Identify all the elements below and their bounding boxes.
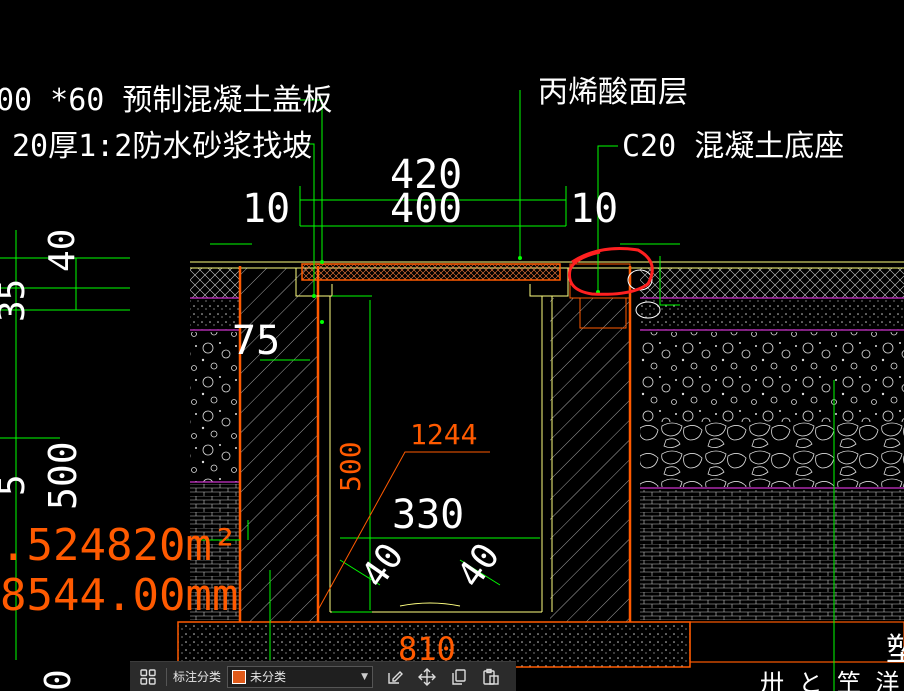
label-area: .524820m² bbox=[0, 520, 238, 571]
cad-drawing-canvas[interactable]: 00 *60 预制混凝土盖板 20厚1:2防水砂浆找坡 丙烯酸面层 C20 混凝… bbox=[0, 0, 904, 691]
copy-icon[interactable] bbox=[447, 665, 471, 689]
toolbar-divider bbox=[166, 667, 167, 686]
dim-40: 40 bbox=[42, 229, 83, 272]
category-value: 未分类 bbox=[250, 670, 287, 684]
bottom-left-0: 0 bbox=[38, 669, 79, 691]
dim-400: 400 bbox=[390, 186, 462, 232]
label-cover-slab: 00 *60 预制混凝土盖板 bbox=[0, 83, 332, 118]
dim-330: 330 bbox=[392, 492, 464, 538]
label-base: C20 混凝土底座 bbox=[622, 129, 844, 164]
dim-75: 75 bbox=[232, 318, 280, 364]
dim-40-a: 40 bbox=[354, 536, 412, 595]
annotation-category-select[interactable]: 未分类 ▼ bbox=[227, 665, 374, 688]
left-digit-5: 5 bbox=[0, 474, 33, 496]
dim-500-left: 500 bbox=[41, 441, 85, 510]
dim-1244: 1244 bbox=[410, 418, 477, 451]
dim-40-b: 40 bbox=[450, 536, 508, 595]
chevron-down-icon: ▼ bbox=[361, 671, 369, 682]
move-icon[interactable] bbox=[415, 665, 439, 689]
annotation-toolbar: 标注分类 未分类 ▼ bbox=[130, 661, 516, 691]
label-acrylic: 丙烯酸面层 bbox=[538, 75, 688, 110]
paste-icon[interactable] bbox=[479, 665, 503, 689]
edit-icon[interactable] bbox=[383, 665, 407, 689]
label-mortar: 20厚1:2防水砂浆找坡 bbox=[12, 129, 312, 164]
dim-10-left: 10 bbox=[242, 186, 290, 232]
dim-35: 35 bbox=[0, 279, 33, 322]
right-char: 塑 bbox=[886, 630, 904, 668]
bottom-right-text: 卅 と 笁 洋 bbox=[760, 669, 899, 691]
dim-500-inner: 500 bbox=[334, 441, 367, 492]
dim-10-right: 10 bbox=[570, 186, 618, 232]
grid-icon[interactable] bbox=[136, 665, 160, 689]
category-color-swatch bbox=[232, 669, 247, 684]
red-circle-markup[interactable] bbox=[567, 247, 654, 296]
annotation-category-label: 标注分类 bbox=[173, 670, 222, 684]
label-length: 8544.00mm bbox=[0, 570, 238, 621]
